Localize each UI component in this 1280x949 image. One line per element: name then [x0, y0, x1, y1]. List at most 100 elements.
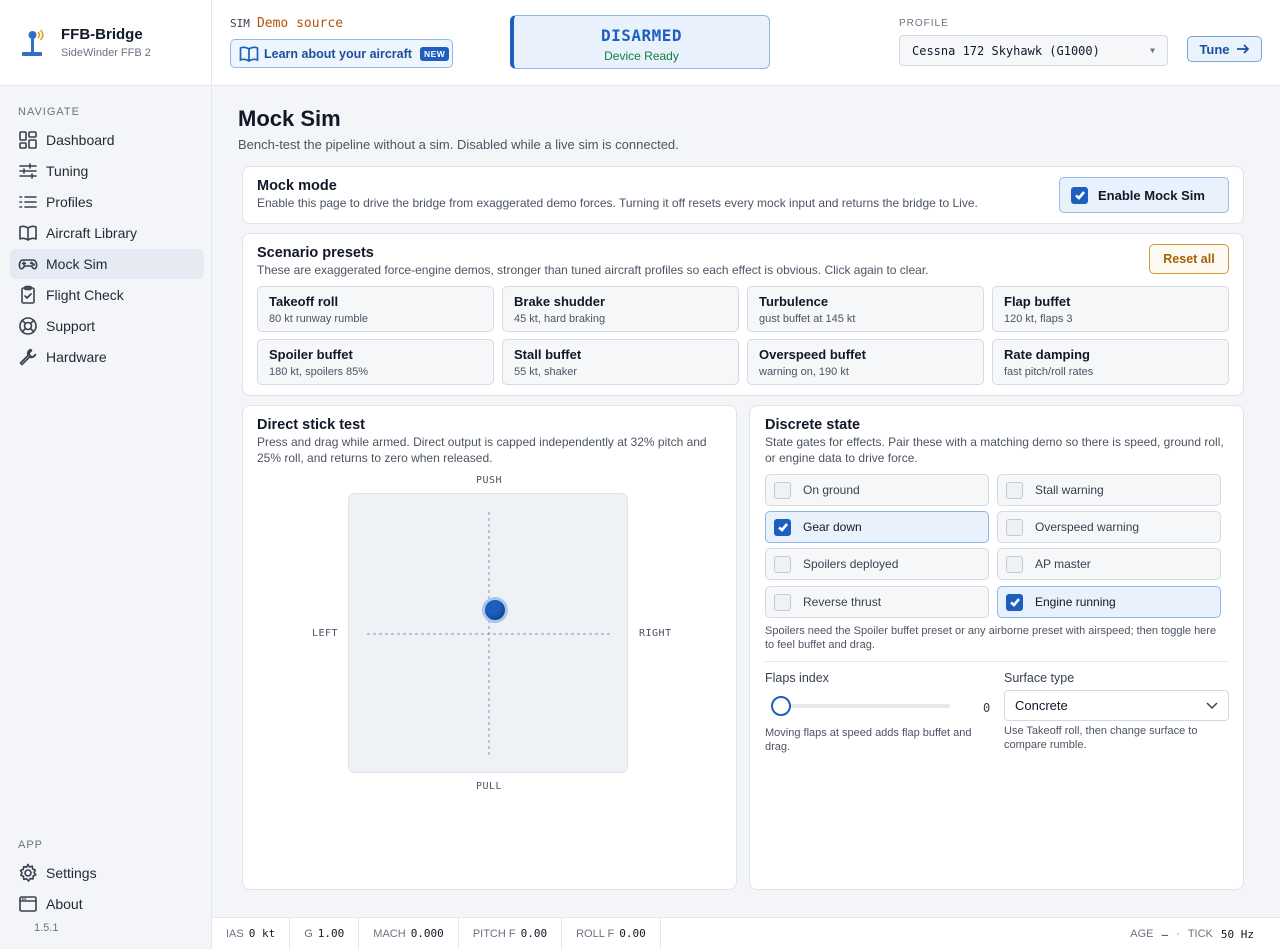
sidebar-item-dashboard[interactable]: Dashboard	[10, 125, 204, 155]
chevron-down-icon: ▼	[1150, 46, 1155, 55]
check-icon	[1009, 598, 1020, 607]
sliders-icon	[19, 163, 37, 179]
page-description: Bench-test the pipeline without a sim. D…	[238, 137, 679, 152]
status-right: AGE — · TICK 50 Hz	[1130, 918, 1254, 949]
sidebar-item-label: Support	[46, 318, 96, 334]
preset-turbulence[interactable]: Turbulence gust buffet at 145 kt	[747, 286, 984, 332]
sidebar-item-hardware[interactable]: Hardware	[10, 342, 204, 372]
sidebar-item-aircraft-library[interactable]: Aircraft Library	[10, 218, 204, 248]
preset-name: Brake shudder	[514, 294, 606, 309]
status-roll-force: ROLL F 0.00	[562, 917, 661, 949]
sidebar-item-label: Tuning	[46, 163, 89, 179]
status-value: 1.00	[317, 927, 345, 940]
profile-label: PROFILE	[899, 18, 949, 29]
mock-mode-card: Mock mode Enable this page to drive the …	[242, 166, 1244, 224]
book-icon	[19, 225, 37, 241]
page-title: Mock Sim	[238, 106, 341, 131]
dashboard-icon	[19, 131, 37, 149]
preset-spoiler-buffet[interactable]: Spoiler buffet 180 kt, spoilers 85%	[257, 339, 494, 385]
preset-flap-buffet[interactable]: Flap buffet 120 kt, flaps 3	[992, 286, 1229, 332]
left-label: LEFT	[312, 628, 339, 639]
checkbox[interactable]	[774, 555, 791, 573]
right-label: RIGHT	[639, 628, 672, 639]
preset-name: Overspeed buffet	[759, 347, 866, 362]
app-name: FFB-Bridge	[61, 26, 143, 43]
sidebar-item-mock-sim[interactable]: Mock Sim	[10, 249, 204, 279]
presets-description: These are exaggerated force-engine demos…	[257, 263, 929, 277]
preset-desc: 45 kt, hard braking	[514, 313, 606, 325]
sidebar-item-flight-check[interactable]: Flight Check	[10, 280, 204, 310]
status-mach: MACH 0.000	[359, 917, 459, 949]
learn-aircraft-label: Learn about your aircraft	[264, 46, 412, 61]
preset-stall-buffet[interactable]: Stall buffet 55 kt, shaker	[502, 339, 739, 385]
reset-all-button[interactable]: Reset all	[1149, 244, 1229, 274]
top-header: SIM Demo source Learn about your aircraf…	[212, 0, 1280, 86]
sidebar-item-settings[interactable]: Settings	[10, 858, 204, 888]
flaps-slider-track[interactable]	[775, 704, 950, 708]
state-engine-running[interactable]: Engine running	[997, 586, 1221, 618]
sidebar-item-tuning[interactable]: Tuning	[10, 156, 204, 186]
state-on-ground[interactable]: On ground	[765, 474, 989, 506]
checkbox[interactable]	[1006, 481, 1023, 499]
arm-status-panel[interactable]: DISARMED Device Ready	[510, 15, 770, 69]
book-icon	[239, 45, 259, 62]
state-label: Reverse thrust	[803, 595, 882, 609]
checkbox[interactable]	[774, 518, 791, 536]
nav-heading: NAVIGATE	[18, 106, 80, 118]
state-reverse-thrust[interactable]: Reverse thrust	[765, 586, 989, 618]
sidebar-item-about[interactable]: About	[10, 889, 204, 919]
status-label: MACH	[373, 927, 406, 940]
state-label: Gear down	[803, 520, 862, 534]
preset-takeoff-roll[interactable]: Takeoff roll 80 kt runway rumble	[257, 286, 494, 332]
preset-name: Takeoff roll	[269, 294, 339, 309]
preset-brake-shudder[interactable]: Brake shudder 45 kt, hard braking	[502, 286, 739, 332]
tune-button[interactable]: Tune	[1187, 36, 1262, 62]
checkbox[interactable]	[1006, 593, 1023, 611]
enable-mock-sim-checkbox[interactable]	[1071, 186, 1088, 204]
preset-name: Rate damping	[1004, 347, 1090, 362]
state-gear-down[interactable]: Gear down	[765, 511, 989, 543]
checkbox[interactable]	[774, 593, 791, 611]
check-icon	[777, 523, 788, 532]
stick-title: Direct stick test	[257, 417, 365, 433]
profile-select[interactable]: Cessna 172 Skyhawk (G1000) ▼	[899, 35, 1168, 66]
preset-overspeed-buffet[interactable]: Overspeed buffet warning on, 190 kt	[747, 339, 984, 385]
preset-desc: fast pitch/roll rates	[1004, 366, 1094, 378]
checkbox[interactable]	[1006, 518, 1023, 536]
direct-stick-card: Direct stick test Press and drag while a…	[242, 405, 737, 890]
preset-desc: warning on, 190 kt	[759, 366, 849, 378]
sidebar-item-support[interactable]: Support	[10, 311, 204, 341]
enable-mock-sim-toggle[interactable]: Enable Mock Sim	[1059, 177, 1229, 213]
arm-status-title: DISARMED	[600, 26, 683, 45]
state-ap-master[interactable]: AP master	[997, 548, 1221, 580]
status-label: PITCH F	[472, 927, 516, 940]
state-label: On ground	[803, 483, 860, 497]
sidebar-item-label: Dashboard	[46, 132, 115, 148]
status-g: G 1.00	[290, 917, 360, 949]
checkbox[interactable]	[774, 481, 791, 499]
sim-source: Demo source	[256, 16, 344, 31]
preset-rate-damping[interactable]: Rate damping fast pitch/roll rates	[992, 339, 1229, 385]
joystick-logo-icon	[20, 28, 46, 58]
gamepad-icon	[18, 259, 38, 270]
lifebuoy-icon	[19, 317, 37, 335]
sidebar-item-label: Mock Sim	[46, 256, 108, 272]
state-label: AP master	[1035, 557, 1091, 571]
checkbox[interactable]	[1006, 555, 1023, 573]
device-name: SideWinder FFB 2	[61, 47, 151, 59]
status-value: 0.000	[410, 927, 444, 940]
surface-type-select[interactable]: Concrete	[1004, 690, 1229, 721]
state-label: Overspeed warning	[1035, 520, 1140, 534]
status-label: ROLL F	[576, 927, 615, 940]
flaps-slider-thumb[interactable]	[771, 696, 791, 716]
sim-source-line: SIM Demo source	[230, 16, 343, 31]
sidebar-item-profiles[interactable]: Profiles	[10, 187, 204, 217]
status-value: 0.00	[619, 927, 646, 940]
stick-pad[interactable]	[348, 493, 628, 773]
learn-aircraft-button[interactable]: Learn about your aircraft NEW	[230, 39, 453, 68]
state-stall-warning[interactable]: Stall warning	[997, 474, 1221, 506]
stick-position-dot[interactable]	[482, 596, 509, 623]
state-spoilers-deployed[interactable]: Spoilers deployed	[765, 548, 989, 580]
clipboard-check-icon	[21, 285, 35, 304]
state-overspeed-warning[interactable]: Overspeed warning	[997, 511, 1221, 543]
